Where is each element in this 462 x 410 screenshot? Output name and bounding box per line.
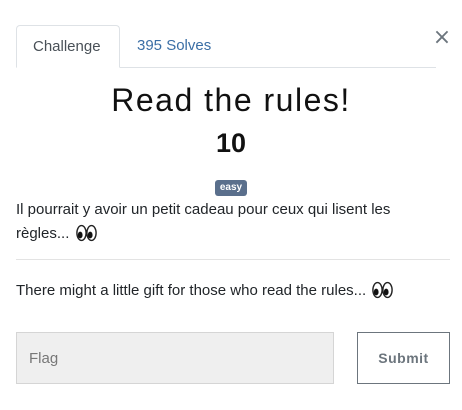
description-french-text: Il pourrait y avoir un petit cadeau pour… <box>16 201 391 242</box>
submit-button[interactable]: Submit <box>357 332 450 384</box>
description-french: Il pourrait y avoir un petit cadeau pour… <box>16 198 436 250</box>
tab-challenge[interactable]: Challenge <box>16 25 120 68</box>
flag-input[interactable] <box>16 332 334 384</box>
challenge-modal: × Challenge 395 Solves Read the rules! 1… <box>0 0 462 410</box>
difficulty-badge-wrap: easy <box>0 177 462 196</box>
challenge-points: 10 <box>215 128 247 158</box>
description-english: There might a little gift for those who … <box>16 279 436 307</box>
tab-bar: Challenge 395 Solves <box>16 25 436 68</box>
description-divider <box>16 259 450 260</box>
description-english-text: There might a little gift for those who … <box>16 282 367 299</box>
difficulty-badge: easy <box>214 180 248 196</box>
tab-solves[interactable]: 395 Solves <box>121 25 227 67</box>
eyes-icon <box>372 281 394 307</box>
eyes-icon <box>75 224 97 250</box>
challenge-title: Read the rules! <box>111 82 351 118</box>
